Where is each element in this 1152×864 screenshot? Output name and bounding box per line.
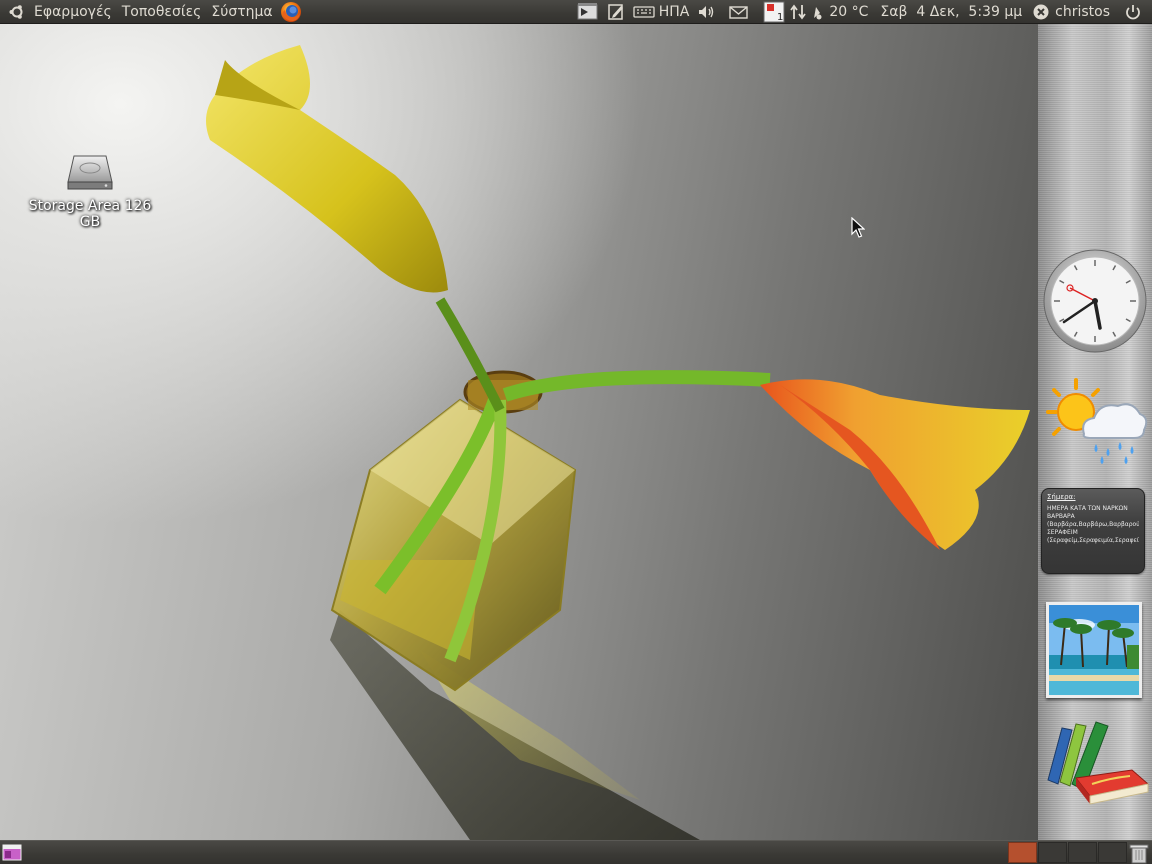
menu-places[interactable]: Τοποθεσίες [117, 0, 207, 24]
username[interactable]: christos [1055, 4, 1110, 20]
user-status-icon[interactable] [1032, 3, 1050, 21]
keyboard-layout[interactable]: ΗΠΑ [659, 4, 690, 20]
calendar-line: ΒΑΡΒΑΡΑ [1047, 513, 1075, 520]
photo-frame-widget[interactable] [1046, 602, 1142, 698]
firefox-launcher-icon[interactable] [280, 1, 302, 23]
ubuntu-logo-icon[interactable] [9, 4, 25, 20]
beach-photo [1049, 605, 1139, 695]
power-icon[interactable] [1124, 3, 1142, 21]
clock-datetime[interactable]: Σαβ 4 Δεκ, 5:39 μμ [880, 4, 1022, 20]
trash-icon[interactable] [1128, 842, 1150, 864]
mail-icon[interactable] [729, 5, 749, 19]
temperature[interactable]: 20 °C [829, 4, 868, 20]
volume-icon[interactable] [697, 4, 717, 20]
keyboard-icon[interactable] [633, 5, 655, 19]
calendar-line: (Σεραφείμ,Σεραφειμία,Σεραφείμα,Σερ [1047, 537, 1139, 544]
calendar-line: ΣΕΡΑΦΕΙΜ [1047, 529, 1078, 536]
system-tray: ΗΠΑ 1 20 °C Σαβ 4 Δεκ, 5:39 μμ christos [569, 0, 1152, 24]
desktop-wallpaper[interactable]: Storage Area 126 GB [0, 24, 1038, 840]
workspace-indicator[interactable]: 1 [763, 1, 785, 23]
name-days-calendar-widget[interactable]: Σήμερα: ΗΜΕΡΑ ΚΑΤΑ ΤΩΝ ΝΑΡΚΩΝ ΒΑΡΒΑΡΑ (Β… [1041, 488, 1145, 574]
screenlets-dock: Σήμερα: ΗΜΕΡΑ ΚΑΤΑ ΤΩΝ ΝΑΡΚΩΝ ΒΑΡΒΑΡΑ (Β… [1038, 24, 1152, 840]
main-menu: Εφαρμογές Τοποθεσίες Σύστημα [0, 0, 302, 24]
workspace-3[interactable] [1068, 842, 1097, 863]
calendar-line: ΗΜΕΡΑ ΚΑΤΑ ΤΩΝ ΝΑΡΚΩΝ [1047, 505, 1128, 512]
bottom-panel [0, 840, 1152, 864]
top-panel: Εφαρμογές Τοποθεσίες Σύστημα ΗΠΑ 1 20 °C… [0, 0, 1152, 24]
analog-clock-widget[interactable] [1042, 248, 1148, 354]
notes-icon[interactable] [607, 3, 625, 21]
calendar-line: (Βαρβάρα,Βαρβάρω,Βαρβαρούλα,Ρούλα [1047, 521, 1139, 528]
menu-system[interactable]: Σύστημα [206, 0, 277, 24]
network-updown-icon[interactable] [789, 3, 807, 21]
hard-drive-icon [67, 155, 113, 190]
menu-applications[interactable]: Εφαρμογές [29, 0, 117, 24]
weather-widget-sun-cloud-rain-icon[interactable] [1044, 376, 1148, 468]
calla-lily-wallpaper-artwork [206, 45, 1030, 840]
workspace-4[interactable] [1098, 842, 1127, 863]
storage-area-drive-icon[interactable]: Storage Area 126 GB [28, 152, 152, 230]
books-widget-icon[interactable] [1040, 718, 1150, 806]
screenlet-indicator-icon[interactable] [577, 2, 599, 22]
calendar-title: Σήμερα: [1047, 493, 1076, 501]
weather-indicator-icon[interactable] [811, 4, 825, 20]
workspace-number: 1 [777, 12, 784, 23]
desktop-icon-label: Storage Area 126 GB [28, 198, 152, 230]
mouse-pointer-icon [851, 217, 865, 238]
show-desktop-icon[interactable] [2, 844, 22, 861]
workspace-1[interactable] [1008, 842, 1037, 863]
workspace-2[interactable] [1038, 842, 1067, 863]
